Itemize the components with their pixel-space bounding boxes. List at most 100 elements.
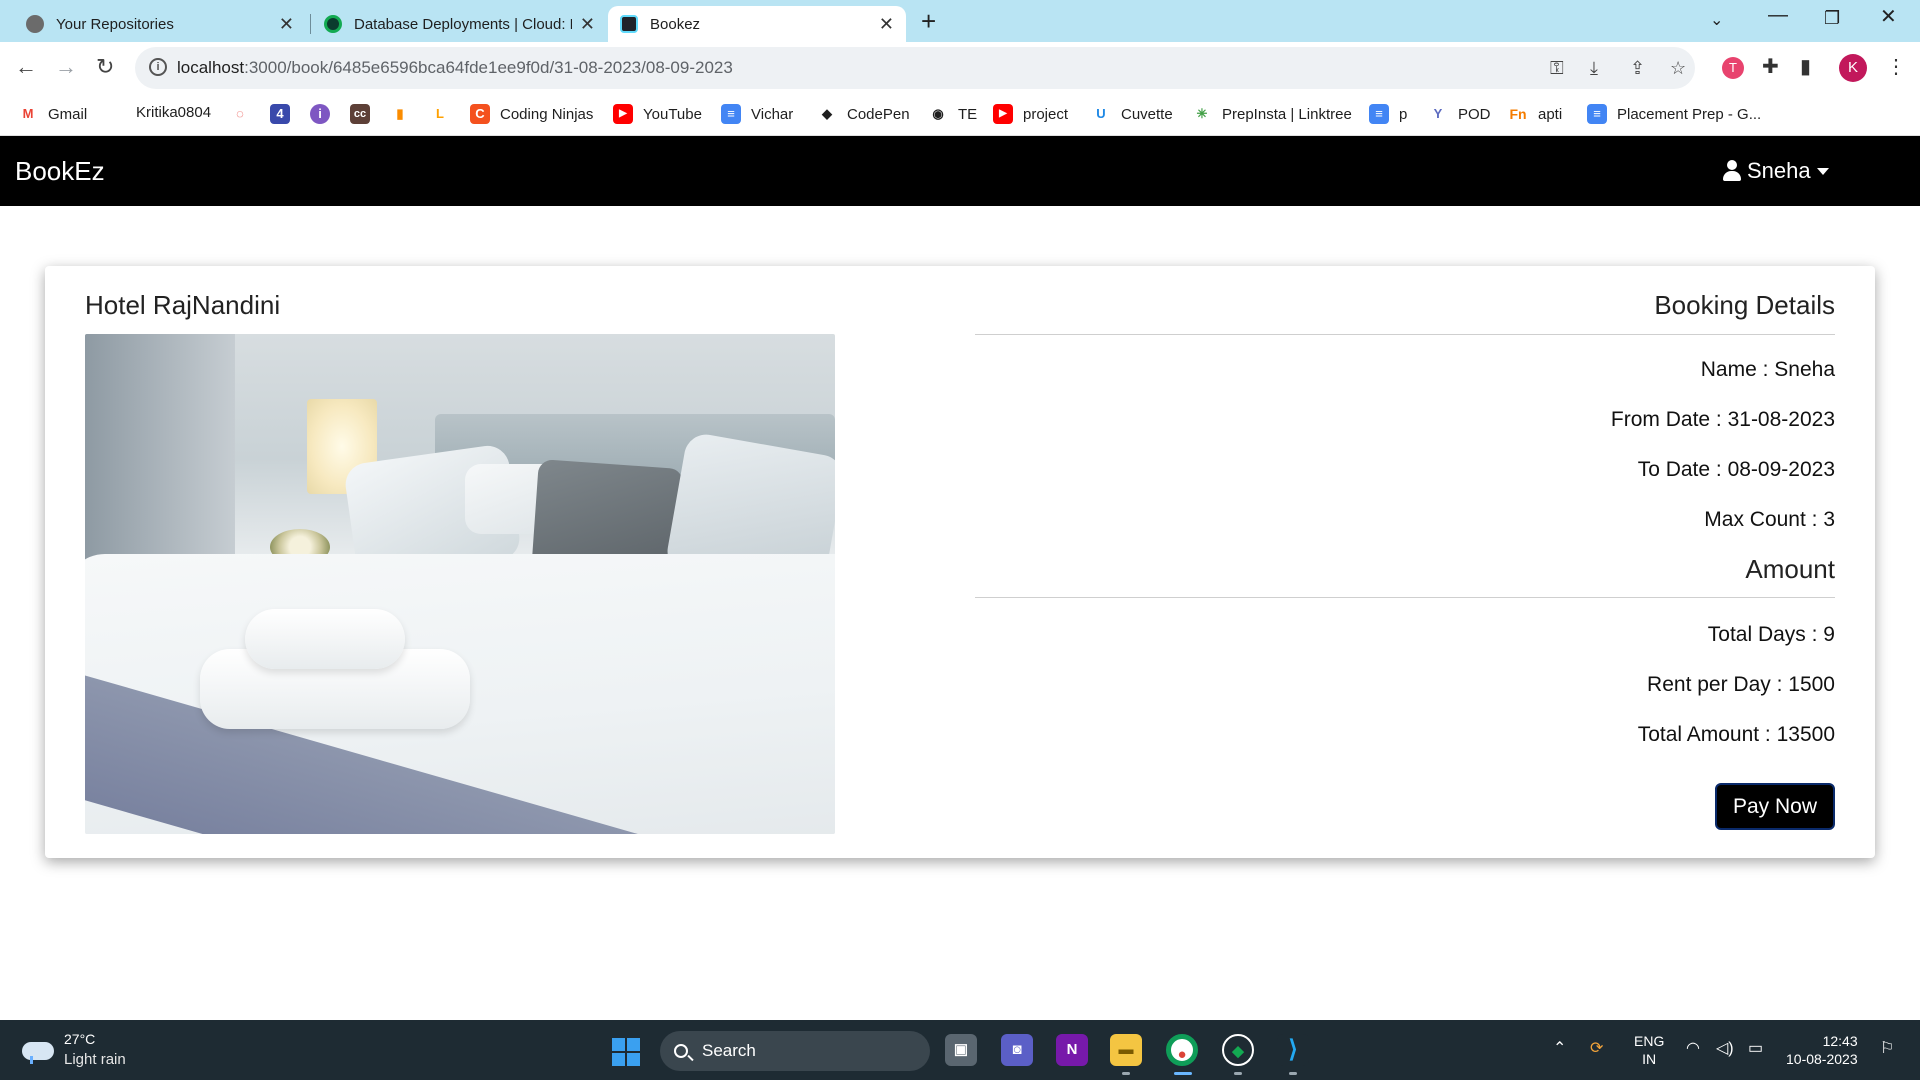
user-name: Sneha — [1747, 158, 1811, 183]
close-tab-icon[interactable]: ✕ — [879, 14, 894, 35]
menu-kebab-icon[interactable]: ⋮ — [1886, 54, 1906, 79]
bookmark-label: Vichar — [751, 105, 794, 123]
share-icon[interactable]: ⇪ — [1630, 58, 1645, 79]
from-date: From Date : 31-08-2023 — [1610, 408, 1835, 431]
amount-title: Amount — [1745, 554, 1835, 584]
key-icon[interactable]: ⚿ — [1550, 58, 1564, 79]
bookmark-kritika0804[interactable]: Kritika0804 — [136, 104, 211, 121]
circle-i-icon: i — [310, 104, 330, 124]
youtube-icon: ▶ — [613, 104, 633, 124]
language-indicator[interactable]: ENG IN — [1634, 1032, 1664, 1068]
window-close-icon[interactable]: ✕ — [1880, 4, 1897, 29]
extension-t-icon[interactable]: T — [1722, 57, 1744, 79]
pay-now-button[interactable]: Pay Now — [1715, 783, 1835, 830]
tab-strip: Your Repositories ✕ Database Deployments… — [0, 0, 1920, 42]
bookmark-p[interactable]: ≡ p — [1369, 104, 1407, 124]
chevron-up-icon[interactable]: ⌃ — [1553, 1038, 1566, 1058]
bookmark-vichar[interactable]: ≡ Vichar — [721, 104, 793, 124]
bookmark-cuvette[interactable]: U Cuvette — [1091, 104, 1173, 124]
tab-title: Your Repositories — [56, 15, 174, 33]
wifi-icon[interactable]: ◠ — [1686, 1038, 1700, 1058]
extensions-puzzle-icon[interactable]: ✚ — [1762, 54, 1779, 79]
language-code: ENG — [1634, 1033, 1665, 1049]
linktree-icon: ✳ — [1192, 104, 1212, 124]
chrome-icon[interactable]: ● — [1166, 1034, 1198, 1066]
url-path: :3000/book/6485e6596bca64fde1ee9f0d/31-0… — [244, 58, 733, 77]
notifications-icon[interactable]: ⚐ — [1880, 1038, 1894, 1058]
bookmark-star-icon[interactable]: ☆ — [1670, 58, 1686, 79]
mongodb-compass-icon[interactable]: ◆ — [1222, 1034, 1254, 1066]
clock[interactable]: 12:43 10-08-2023 — [1786, 1032, 1858, 1068]
vscode-icon[interactable]: ⟩ — [1277, 1034, 1309, 1066]
weather-cloud-rain-icon[interactable] — [22, 1034, 56, 1064]
back-icon[interactable]: ← — [15, 54, 37, 80]
restore-icon[interactable]: ❐ — [1824, 8, 1840, 29]
install-icon[interactable]: ⤓ — [1590, 58, 1598, 79]
close-tab-icon[interactable]: ✕ — [580, 14, 595, 35]
max-count: Max Count : 3 — [1704, 508, 1835, 531]
caret-down-icon — [1816, 167, 1829, 175]
bookmark-prepinsta[interactable]: ✳ PrepInsta | Linktree — [1192, 104, 1352, 124]
bookmark-codepen[interactable]: ◆ CodePen — [817, 104, 910, 124]
tab-title: Database Deployments | Cloud: M — [354, 15, 572, 33]
bookmark-project[interactable]: ▶ project — [993, 104, 1068, 124]
bookmark-pod[interactable]: Y POD — [1428, 104, 1491, 124]
bookmark-te[interactable]: ◉ TE — [928, 104, 977, 124]
tab-separator — [310, 14, 311, 34]
sync-icon[interactable]: ⟳ — [1590, 1038, 1603, 1058]
tab-search-chevron-icon[interactable]: ⌄ — [1710, 10, 1723, 30]
cc-icon: cc — [350, 104, 370, 124]
address-bar[interactable]: i localhost:3000/book/6485e6596bca64fde1… — [135, 47, 1695, 89]
reload-icon[interactable]: ↻ — [96, 54, 114, 80]
to-date: To Date : 08-09-2023 — [1637, 458, 1835, 481]
bookmark-label: Gmail — [48, 105, 88, 123]
bookmark-label: PrepInsta | Linktree — [1222, 105, 1352, 123]
bookmark-chat[interactable]: ◌ — [230, 104, 260, 124]
teams-chat-icon[interactable]: ◙ — [1001, 1034, 1033, 1066]
app-running-indicator — [1234, 1072, 1242, 1075]
bookmark-placement-prep[interactable]: ≡ Placement Prep - G... — [1587, 104, 1761, 124]
gmail-icon: M — [18, 104, 38, 124]
bookmark-chart[interactable]: ▮ — [390, 104, 420, 124]
battery-icon[interactable]: ▭ — [1748, 1038, 1763, 1058]
weather-condition[interactable]: Light rain — [64, 1051, 126, 1068]
bookmark-cc[interactable]: cc — [350, 104, 380, 124]
tab-bookez[interactable]: Bookez ✕ — [608, 6, 906, 42]
bookmark-440[interactable]: 4 — [270, 104, 300, 124]
taskbar-search[interactable]: Search — [660, 1031, 930, 1071]
brand-logo[interactable]: BookEz — [15, 156, 105, 187]
search-label: Search — [702, 1041, 756, 1060]
bookmark-apti[interactable]: Fn apti — [1508, 104, 1562, 124]
close-tab-icon[interactable]: ✕ — [279, 14, 294, 35]
bookmark-i[interactable]: i — [310, 104, 340, 124]
file-explorer-icon[interactable]: ▬ — [1110, 1034, 1142, 1066]
hotel-name: Hotel RajNandini — [85, 290, 281, 320]
bookmark-label: Placement Prep - G... — [1617, 105, 1762, 123]
site-info-icon[interactable]: i — [149, 58, 167, 76]
bookmark-leetcode[interactable]: L — [430, 104, 460, 124]
weather-temperature[interactable]: 27°C — [64, 1031, 95, 1047]
task-view-icon[interactable]: ▣ — [945, 1034, 977, 1066]
bookmark-coding-ninjas[interactable]: C Coding Ninjas — [470, 104, 593, 124]
doc-icon: ≡ — [1587, 104, 1607, 124]
minimize-icon[interactable]: — — [1768, 4, 1788, 27]
volume-icon[interactable]: ◁) — [1716, 1038, 1734, 1058]
onenote-icon[interactable]: N — [1056, 1034, 1088, 1066]
url-text[interactable]: localhost:3000/book/6485e6596bca64fde1ee… — [177, 58, 733, 78]
windows-start-icon[interactable] — [612, 1038, 640, 1066]
tab-database-deployments[interactable]: Database Deployments | Cloud: M ✕ — [312, 6, 607, 42]
forward-icon[interactable]: → — [55, 54, 77, 80]
bookmark-gmail[interactable]: M Gmail — [18, 104, 87, 124]
bookmark-label: project — [1023, 105, 1069, 123]
user-icon — [1723, 160, 1741, 182]
tab-your-repositories[interactable]: Your Repositories ✕ — [14, 6, 306, 42]
bookmarks-bar: M Gmail Kritika0804 ◌ 4 i cc ▮ L C Coding … — [0, 96, 1920, 136]
new-tab-icon[interactable]: + — [921, 6, 936, 37]
bookmark-label: Cuvette — [1121, 105, 1173, 123]
bookmark-label: p — [1399, 105, 1408, 123]
side-panel-icon[interactable]: ▮ — [1800, 54, 1811, 79]
profile-avatar[interactable]: K — [1839, 54, 1867, 82]
user-dropdown[interactable]: Sneha — [1723, 158, 1829, 184]
bookmark-label: apti — [1538, 105, 1563, 123]
bookmark-youtube[interactable]: ▶ YouTube — [613, 104, 702, 124]
